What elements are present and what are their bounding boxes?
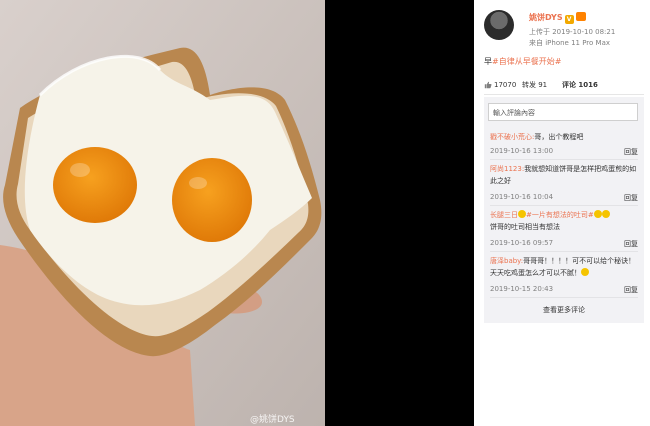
like-button[interactable]: 17070 bbox=[484, 78, 522, 92]
comment-divider bbox=[490, 205, 638, 206]
post-text: 早#自律从早餐开始# bbox=[484, 57, 562, 66]
laugh-emoji-icon bbox=[601, 210, 610, 218]
post-hashtag[interactable]: #自律从早餐开始# bbox=[492, 57, 561, 66]
laugh-emoji-icon bbox=[593, 210, 602, 218]
like-count: 17070 bbox=[494, 81, 517, 89]
upload-time: 上传于 2019-10-10 08:21 bbox=[529, 28, 616, 36]
repost-button[interactable]: 转发 91 bbox=[522, 78, 562, 92]
comment-time: 2019-10-16 13:00 bbox=[490, 147, 554, 155]
comment-meta: 2019-10-16 13:00 回复 bbox=[490, 147, 638, 157]
comment-text: 饼哥的吐司相当有想法 bbox=[490, 223, 560, 231]
comment-user[interactable]: 唐泽baby: bbox=[490, 257, 523, 265]
reply-button[interactable]: 回复 bbox=[624, 147, 638, 157]
thumbs-up-icon bbox=[484, 81, 492, 89]
comment-divider bbox=[490, 159, 638, 160]
vip-badge-icon bbox=[575, 12, 586, 21]
smile-emoji-icon bbox=[581, 268, 589, 276]
comment-meta: 2019-10-16 10:04 回复 bbox=[490, 193, 638, 203]
comment-input[interactable]: 輸入評論內容 bbox=[488, 103, 638, 121]
author-name[interactable]: 姚饼DYS V bbox=[529, 12, 586, 24]
comment-user[interactable]: 戳不破小荒心: bbox=[490, 133, 534, 141]
author-block: 姚饼DYS V 上传于 2019-10-10 08:21 来自 iPhone 11… bbox=[484, 8, 644, 48]
comment-item: 长腿三日 #一片有想法的吐司# 饼哥的吐司相当有想法 bbox=[490, 209, 638, 233]
reply-button[interactable]: 回复 bbox=[624, 239, 638, 249]
upload-device: 来自 iPhone 11 Pro Max bbox=[529, 39, 611, 47]
photo-watermark: @姚饼DYS bbox=[250, 415, 295, 425]
comment-hashtag[interactable]: #一片有想法的吐司# bbox=[526, 211, 594, 219]
comment-item: 阿尚1123:我就想知道饼哥是怎样把鸡蛋煎的如此之好 bbox=[490, 163, 638, 187]
comment-item: 唐泽baby:哥哥哥！！！！可不可以给个秘诀！天天吃鸡蛋怎么才可以不腻！ bbox=[490, 255, 638, 279]
comment-section: 輸入評論內容 戳不破小荒心:哥，出个教程吧 2019-10-16 13:00 回… bbox=[484, 97, 644, 323]
avatar[interactable] bbox=[484, 10, 514, 40]
view-more-comments-link[interactable]: 查看更多评论 bbox=[484, 305, 644, 315]
comment-time: 2019-10-16 10:04 bbox=[490, 193, 554, 201]
post-side-panel: 姚饼DYS V 上传于 2019-10-10 08:21 来自 iPhone 11… bbox=[474, 0, 650, 426]
comment-item: 戳不破小荒心:哥，出个教程吧 bbox=[490, 131, 638, 143]
reply-button[interactable]: 回复 bbox=[624, 285, 638, 295]
comment-meta: 2019-10-15 20:43 回复 bbox=[490, 285, 638, 295]
comment-tab[interactable]: 评论 1016 bbox=[562, 78, 598, 92]
comment-text: 哥，出个教程吧 bbox=[534, 133, 584, 141]
comment-divider bbox=[490, 297, 638, 298]
lightbox-background bbox=[325, 0, 474, 426]
comment-user[interactable]: 长腿三日 bbox=[490, 211, 518, 219]
post-stats: 17070 转发 91 评论 1016 bbox=[484, 78, 644, 92]
comment-divider bbox=[490, 251, 638, 252]
verified-badge-icon: V bbox=[564, 15, 574, 24]
comment-meta: 2019-10-16 09:57 回复 bbox=[490, 239, 638, 249]
toast-egg-image bbox=[0, 0, 325, 426]
post-photo[interactable]: @姚饼DYS bbox=[0, 0, 325, 426]
divider bbox=[484, 94, 644, 95]
reply-button[interactable]: 回复 bbox=[624, 193, 638, 203]
emoji-icon bbox=[518, 210, 526, 218]
comment-time: 2019-10-16 09:57 bbox=[490, 239, 554, 247]
comment-user[interactable]: 阿尚1123: bbox=[490, 165, 524, 173]
comment-time: 2019-10-15 20:43 bbox=[490, 285, 554, 293]
